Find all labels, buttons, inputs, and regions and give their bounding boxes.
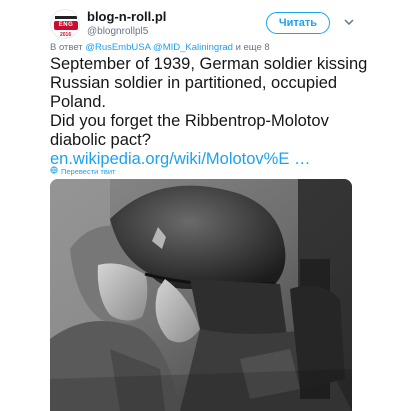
translate-tweet[interactable]: Перевести твит — [50, 166, 115, 176]
tweet-header: ENG 2016 blog-n-roll.pl @blognrollpl5 Чи… — [50, 5, 410, 47]
follow-button[interactable]: Читать — [266, 12, 330, 34]
globe-icon — [50, 166, 58, 176]
user-handle[interactable]: @blognrollpl5 — [87, 25, 166, 38]
avatar-year: 2016 — [60, 32, 72, 38]
display-name[interactable]: blog-n-roll.pl — [87, 9, 166, 25]
translate-label[interactable]: Перевести твит — [61, 167, 115, 176]
tweet-line: diabolic pact? — [50, 131, 151, 149]
avatar-bar — [55, 16, 77, 19]
tweet-line: Poland. — [50, 93, 106, 111]
mention-link-2[interactable]: @MID_Kaliningrad — [153, 42, 233, 53]
reply-more[interactable]: и еще 8 — [236, 42, 270, 53]
tweet-line: September of 1939, German soldier kissin… — [50, 55, 368, 73]
mention-link-1[interactable]: @RusEmbUSA — [85, 42, 150, 53]
avatar-logo: ENG — [54, 21, 78, 30]
tweet-photo[interactable] — [50, 179, 352, 411]
avatar[interactable]: ENG 2016 — [50, 9, 80, 39]
tweet-text: September of 1939, German soldier kissin… — [50, 55, 370, 169]
chevron-down-icon[interactable] — [342, 15, 356, 29]
avatar-logo-text: ENG — [58, 22, 74, 28]
photo-image — [50, 179, 352, 411]
user-info[interactable]: blog-n-roll.pl @blognrollpl5 — [87, 9, 166, 38]
reply-context: В ответ @RusEmbUSA @MID_Kaliningrad и ещ… — [50, 42, 270, 53]
reply-prefix: В ответ — [50, 42, 83, 53]
tweet-line: Did you forget the Ribbentrop-Molotov — [50, 112, 329, 130]
tweet-line: Russian soldier in partitioned, occupied — [50, 74, 338, 92]
